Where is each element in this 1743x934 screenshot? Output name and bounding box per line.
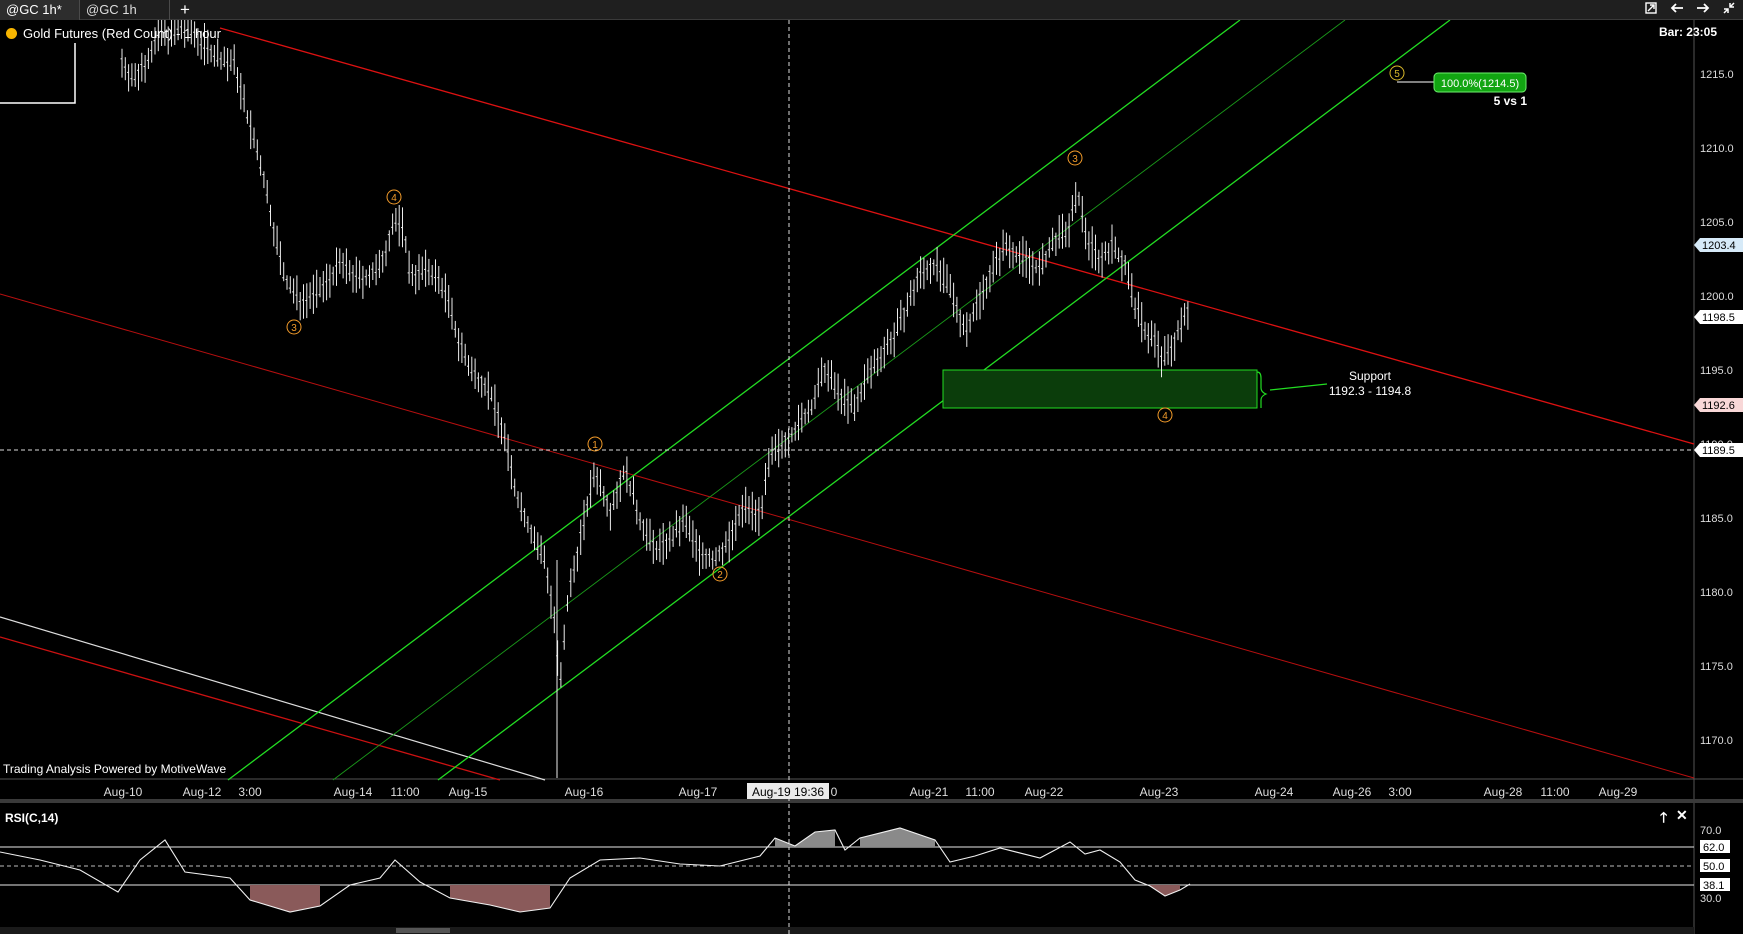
- price-marker-1198: 1198.5: [1694, 310, 1743, 324]
- chart-title: Gold Futures (Red Count) - 1 hour: [6, 26, 221, 41]
- price-tick: 1180.0: [1700, 587, 1733, 599]
- time-tick: 3:00: [238, 785, 262, 799]
- rsi-tick: 62.0: [1703, 842, 1724, 854]
- price-tick: 1200.0: [1700, 291, 1734, 303]
- price-tick: 1170.0: [1700, 735, 1733, 747]
- price-tick: 1175.0: [1700, 661, 1733, 673]
- rsi-tick: 50.0: [1703, 861, 1724, 873]
- price-tick: 1210.0: [1700, 143, 1734, 155]
- time-tick: Aug-15: [449, 785, 488, 799]
- price-tick: 1185.0: [1700, 513, 1733, 525]
- close-pane-icon[interactable]: ✕: [1676, 807, 1688, 824]
- time-tick: Aug-26: [1333, 785, 1372, 799]
- svg-text:4: 4: [391, 193, 397, 204]
- price-chart[interactable]: Support 1192.3 - 1194.8 100.0%(1214.5) 5…: [0, 20, 1743, 934]
- time-tick: 11:00: [965, 785, 994, 799]
- tab-gc-1h-active[interactable]: @GC 1h*: [0, 0, 80, 20]
- target-note: 5 vs 1: [1494, 94, 1528, 108]
- price-marker-1203: 1203.4: [1694, 238, 1743, 252]
- rsi-tick: 30.0: [1700, 893, 1721, 905]
- time-tick: 11:00: [390, 785, 419, 799]
- time-tick: Aug-22: [1025, 785, 1064, 799]
- time-tick: 11:00: [1540, 785, 1569, 799]
- rsi-tick: 70.0: [1700, 825, 1721, 837]
- rsi-tick: 38.1: [1703, 880, 1724, 892]
- svg-text:1198.5: 1198.5: [1702, 312, 1735, 324]
- arrow-left-icon[interactable]: [1668, 1, 1686, 19]
- support-title: Support: [1349, 369, 1392, 383]
- time-tick: Aug-23: [1140, 785, 1179, 799]
- tab-gc-1h[interactable]: @GC 1h: [80, 0, 170, 20]
- rsi-title: RSI(C,14): [5, 811, 59, 825]
- time-tick: 0: [831, 785, 838, 799]
- support-zone[interactable]: [942, 369, 1258, 409]
- time-tick: Aug-17: [679, 785, 718, 799]
- maximize-pane-icon[interactable]: 🡑: [1660, 807, 1667, 831]
- scrollbar-thumb[interactable]: [396, 928, 450, 933]
- crosshair-time-label: Aug-19 19:36: [752, 785, 824, 799]
- time-tick: Aug-16: [565, 785, 604, 799]
- price-marker-1192: 1192.6: [1694, 398, 1743, 412]
- svg-text:5: 5: [1394, 69, 1400, 80]
- time-tick: 3:00: [1388, 785, 1412, 799]
- time-tick: Aug-28: [1484, 785, 1523, 799]
- svg-text:1192.6: 1192.6: [1702, 400, 1735, 412]
- restore-icon[interactable]: [1642, 1, 1660, 19]
- svg-text:3: 3: [291, 323, 297, 334]
- time-tick: Aug-12: [183, 785, 222, 799]
- powered-by: Trading Analysis Powered by MotiveWave: [3, 762, 227, 776]
- svg-text:3: 3: [1072, 154, 1078, 165]
- time-tick: Aug-29: [1599, 785, 1638, 799]
- support-range: 1192.3 - 1194.8: [1329, 384, 1412, 398]
- tab-bar: @GC 1h* @GC 1h +: [0, 0, 1743, 20]
- pane-divider[interactable]: [0, 799, 1743, 803]
- collapse-icon[interactable]: [1720, 1, 1738, 19]
- instrument-dot-icon: [6, 28, 17, 39]
- svg-text:4: 4: [1162, 411, 1168, 422]
- bar-time: Bar: 23:05: [1658, 25, 1717, 39]
- svg-text:1203.4: 1203.4: [1702, 240, 1736, 252]
- horizontal-scrollbar[interactable]: [0, 927, 1694, 934]
- add-tab-button[interactable]: +: [176, 0, 194, 20]
- price-tick: 1205.0: [1700, 217, 1734, 229]
- time-tick: Aug-24: [1255, 785, 1294, 799]
- target-label: 100.0%(1214.5): [1441, 78, 1519, 90]
- chart-title-text: Gold Futures (Red Count) - 1 hour: [23, 26, 221, 41]
- svg-text:1189.5: 1189.5: [1702, 445, 1735, 457]
- arrow-right-icon[interactable]: [1694, 1, 1712, 19]
- price-tick: 1215.0: [1700, 69, 1734, 81]
- price-tick: 1195.0: [1700, 365, 1733, 377]
- time-tick: Aug-14: [334, 785, 373, 799]
- time-tick: Aug-21: [910, 785, 949, 799]
- svg-text:2: 2: [717, 570, 723, 581]
- svg-text:1: 1: [592, 440, 598, 451]
- time-tick: Aug-10: [104, 785, 143, 799]
- price-marker-1189: 1189.5: [1694, 443, 1743, 457]
